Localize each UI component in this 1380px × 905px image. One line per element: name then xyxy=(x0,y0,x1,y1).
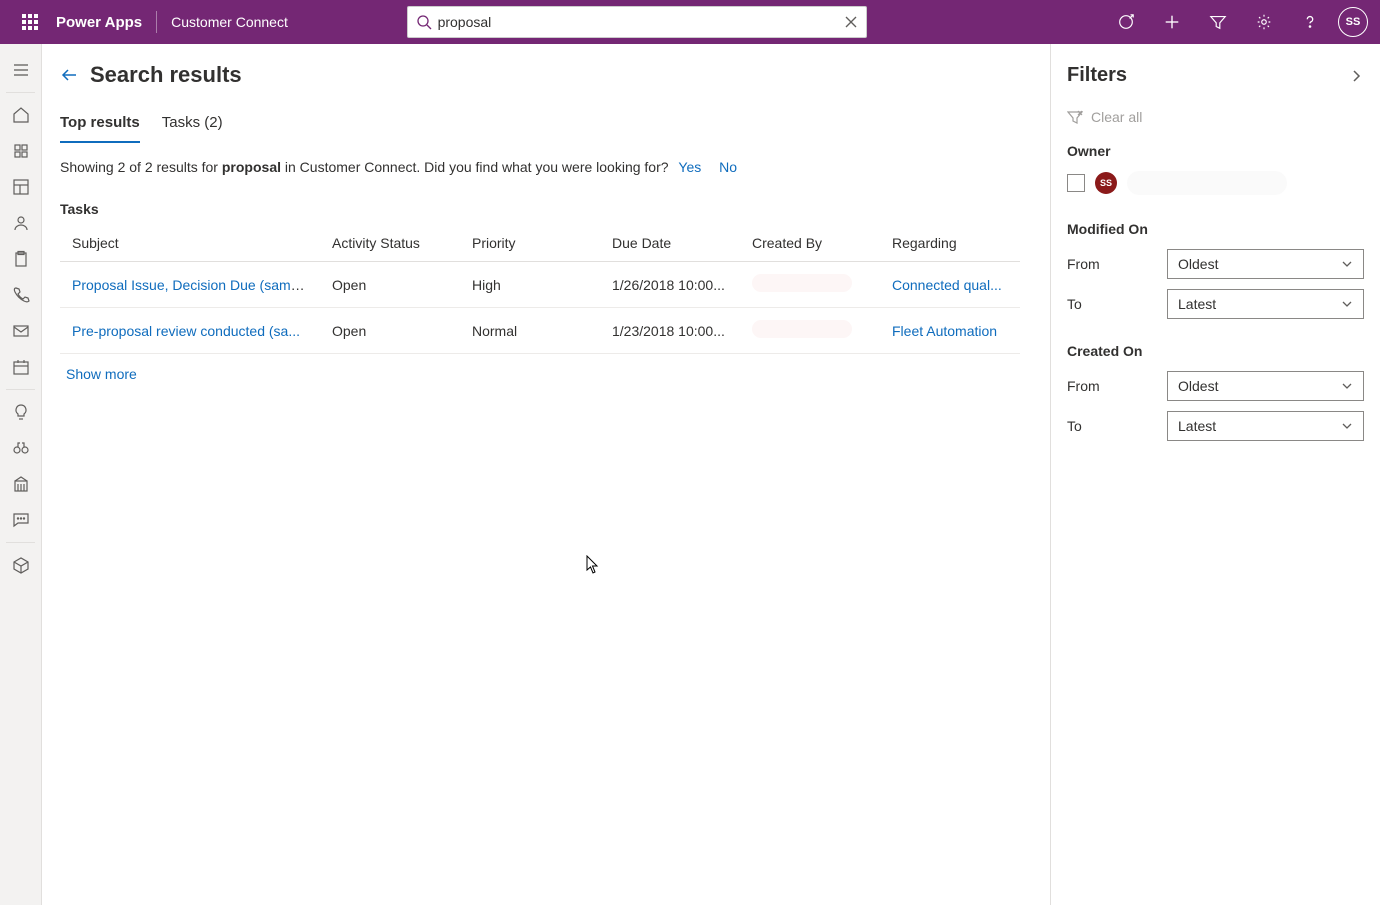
chevron-down-icon xyxy=(1341,420,1353,432)
summary-prefix: Showing 2 of 2 results for xyxy=(60,159,222,175)
help-icon[interactable] xyxy=(1288,0,1332,44)
subject-link[interactable]: Proposal Issue, Decision Due (sampl... xyxy=(72,277,313,293)
modified-to-value: Latest xyxy=(1178,296,1216,312)
user-avatar[interactable]: SS xyxy=(1338,7,1368,37)
page-title: Search results xyxy=(90,62,242,88)
app-launcher-icon[interactable] xyxy=(8,0,52,44)
clipboard-icon[interactable] xyxy=(0,241,42,277)
cell-due: 1/23/2018 10:00... xyxy=(600,308,740,354)
subject-link[interactable]: Pre-proposal review conducted (sa... xyxy=(72,323,300,339)
created-to-dropdown[interactable]: Latest xyxy=(1167,411,1364,441)
content-area: Search results Top results Tasks (2) Sho… xyxy=(42,44,1050,905)
modified-on-label: Modified On xyxy=(1067,221,1364,237)
clear-all-label: Clear all xyxy=(1091,109,1142,125)
created-on-label: Created On xyxy=(1067,343,1364,359)
hamburger-icon[interactable] xyxy=(0,52,42,88)
building-icon[interactable] xyxy=(0,466,42,502)
cell-created-by xyxy=(740,262,880,308)
col-created-by[interactable]: Created By xyxy=(740,225,880,262)
target-icon[interactable] xyxy=(1104,0,1148,44)
binoculars-icon[interactable] xyxy=(0,430,42,466)
modified-to-label: To xyxy=(1067,296,1167,312)
search-box[interactable] xyxy=(407,6,867,38)
back-arrow-icon[interactable] xyxy=(60,66,78,84)
pinned-icon[interactable] xyxy=(0,133,42,169)
modified-from-label: From xyxy=(1067,256,1167,272)
feedback-yes-link[interactable]: Yes xyxy=(678,159,701,175)
clear-filter-icon xyxy=(1067,109,1083,125)
summary-suffix: in Customer Connect. Did you find what y… xyxy=(281,159,669,175)
result-summary: Showing 2 of 2 results for proposal in C… xyxy=(60,159,1026,175)
clear-search-icon[interactable] xyxy=(844,15,858,29)
filters-title: Filters xyxy=(1067,64,1127,87)
tabs: Top results Tasks (2) xyxy=(60,108,1026,143)
feedback-no-link[interactable]: No xyxy=(719,159,737,175)
col-subject[interactable]: Subject xyxy=(60,225,320,262)
left-nav xyxy=(0,44,42,905)
lightbulb-icon[interactable] xyxy=(0,394,42,430)
modified-to-dropdown[interactable]: Latest xyxy=(1167,289,1364,319)
cell-priority: High xyxy=(460,262,600,308)
dashboard-icon[interactable] xyxy=(0,169,42,205)
owner-label: Owner xyxy=(1067,143,1364,159)
chat-icon[interactable] xyxy=(0,502,42,538)
summary-term: proposal xyxy=(222,159,281,175)
phone-icon[interactable] xyxy=(0,277,42,313)
created-to-label: To xyxy=(1067,418,1167,434)
mail-icon[interactable] xyxy=(0,313,42,349)
collapse-panel-icon[interactable] xyxy=(1348,68,1364,84)
cell-status: Open xyxy=(320,262,460,308)
regarding-link[interactable]: Connected qual... xyxy=(892,277,1002,293)
created-from-label: From xyxy=(1067,378,1167,394)
modified-from-value: Oldest xyxy=(1178,256,1218,272)
chevron-down-icon xyxy=(1341,298,1353,310)
show-more-link[interactable]: Show more xyxy=(60,366,137,382)
created-from-dropdown[interactable]: Oldest xyxy=(1167,371,1364,401)
search-input[interactable] xyxy=(432,14,844,30)
col-priority[interactable]: Priority xyxy=(460,225,600,262)
search-icon xyxy=(416,14,432,30)
col-regarding[interactable]: Regarding xyxy=(880,225,1020,262)
section-title: Tasks xyxy=(60,201,1026,217)
col-due-date[interactable]: Due Date xyxy=(600,225,740,262)
cell-priority: Normal xyxy=(460,308,600,354)
created-to-value: Latest xyxy=(1178,418,1216,434)
tab-top-results[interactable]: Top results xyxy=(60,108,140,143)
top-bar: Power Apps Customer Connect SS xyxy=(0,0,1380,44)
calendar-icon[interactable] xyxy=(0,349,42,385)
cell-due: 1/26/2018 10:00... xyxy=(600,262,740,308)
table-row[interactable]: Pre-proposal review conducted (sa... Ope… xyxy=(60,308,1020,354)
header-divider xyxy=(156,11,157,33)
chevron-down-icon xyxy=(1341,380,1353,392)
cell-created-by xyxy=(740,308,880,354)
cell-status: Open xyxy=(320,308,460,354)
table-row[interactable]: Proposal Issue, Decision Due (sampl... O… xyxy=(60,262,1020,308)
regarding-link[interactable]: Fleet Automation xyxy=(892,323,997,339)
package-icon[interactable] xyxy=(0,547,42,583)
col-activity-status[interactable]: Activity Status xyxy=(320,225,460,262)
owner-checkbox[interactable] xyxy=(1067,174,1085,192)
owner-name xyxy=(1127,171,1287,195)
created-from-value: Oldest xyxy=(1178,378,1218,394)
app-name-label: Customer Connect xyxy=(171,14,288,30)
home-icon[interactable] xyxy=(0,97,42,133)
filter-icon[interactable] xyxy=(1196,0,1240,44)
filters-panel: Filters Clear all Owner SS Modified On xyxy=(1050,44,1380,905)
owner-avatar-icon: SS xyxy=(1095,172,1117,194)
contact-icon[interactable] xyxy=(0,205,42,241)
clear-all-button[interactable]: Clear all xyxy=(1067,109,1364,125)
settings-icon[interactable] xyxy=(1242,0,1286,44)
brand-label: Power Apps xyxy=(56,14,142,31)
results-table: Subject Activity Status Priority Due Dat… xyxy=(60,225,1020,354)
tab-tasks[interactable]: Tasks (2) xyxy=(162,108,223,143)
modified-from-dropdown[interactable]: Oldest xyxy=(1167,249,1364,279)
chevron-down-icon xyxy=(1341,258,1353,270)
add-icon[interactable] xyxy=(1150,0,1194,44)
